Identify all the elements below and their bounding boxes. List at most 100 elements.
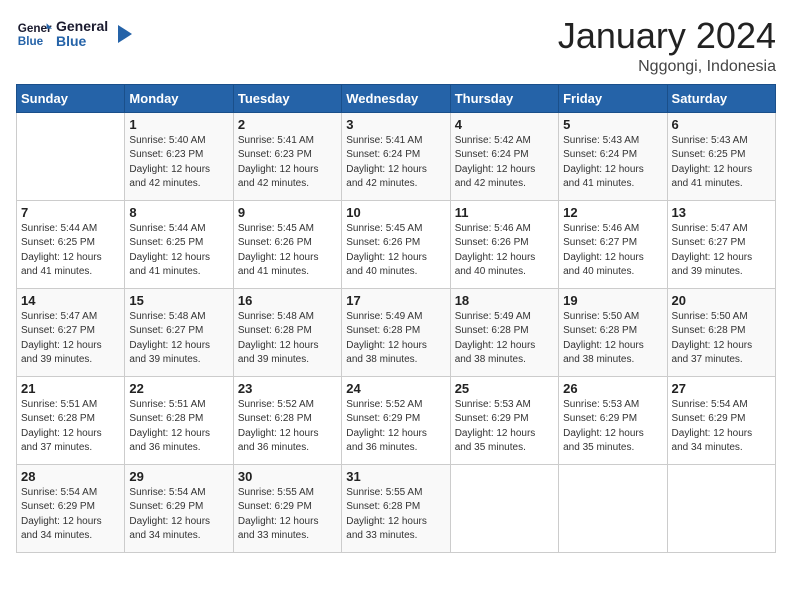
day-number: 16 <box>238 293 337 308</box>
day-number: 26 <box>563 381 662 396</box>
calendar-cell <box>450 464 558 552</box>
day-info: Sunrise: 5:44 AM Sunset: 6:25 PM Dayligh… <box>129 222 228 280</box>
calendar-cell: 23 Sunrise: 5:52 AM Sunset: 6:28 PM Dayli… <box>233 376 341 464</box>
day-info: Sunrise: 5:43 AM Sunset: 6:25 PM Dayligh… <box>672 134 771 192</box>
calendar-cell: 8 Sunrise: 5:44 AM Sunset: 6:25 PM Daylig… <box>125 200 233 288</box>
calendar-cell <box>559 464 667 552</box>
calendar-cell: 27 Sunrise: 5:54 AM Sunset: 6:29 PM Dayli… <box>667 376 775 464</box>
day-number: 5 <box>563 117 662 132</box>
calendar-cell <box>17 112 125 200</box>
calendar-cell: 15 Sunrise: 5:48 AM Sunset: 6:27 PM Dayli… <box>125 288 233 376</box>
day-number: 12 <box>563 205 662 220</box>
calendar-cell: 5 Sunrise: 5:43 AM Sunset: 6:24 PM Daylig… <box>559 112 667 200</box>
day-number: 4 <box>455 117 554 132</box>
logo-blue-text: Blue <box>56 34 108 49</box>
calendar-cell: 16Sunrise: 5:48 AM Sunset: 6:28 PM Dayli… <box>233 288 341 376</box>
logo-arrow-icon <box>112 23 134 45</box>
day-info: Sunrise: 5:54 AM Sunset: 6:29 PM Dayligh… <box>21 486 120 544</box>
weekday-header-friday: Friday <box>559 84 667 112</box>
day-number: 23 <box>238 381 337 396</box>
day-info: Sunrise: 5:43 AM Sunset: 6:24 PM Dayligh… <box>563 134 662 192</box>
day-info: Sunrise: 5:53 AM Sunset: 6:29 PM Dayligh… <box>455 398 554 456</box>
day-info: Sunrise: 5:46 AM Sunset: 6:27 PM Dayligh… <box>563 222 662 280</box>
day-info: Sunrise: 5:49 AM Sunset: 6:28 PM Dayligh… <box>346 310 445 368</box>
logo-icon: General Blue <box>16 16 52 52</box>
calendar-cell: 21Sunrise: 5:51 AM Sunset: 6:28 PM Dayli… <box>17 376 125 464</box>
day-number: 28 <box>21 469 120 484</box>
weekday-header-tuesday: Tuesday <box>233 84 341 112</box>
calendar-cell: 14Sunrise: 5:47 AM Sunset: 6:27 PM Dayli… <box>17 288 125 376</box>
day-number: 3 <box>346 117 445 132</box>
calendar-header: SundayMondayTuesdayWednesdayThursdayFrid… <box>17 84 776 112</box>
day-info: Sunrise: 5:45 AM Sunset: 6:26 PM Dayligh… <box>238 222 337 280</box>
day-number: 29 <box>129 469 228 484</box>
calendar-cell: 7Sunrise: 5:44 AM Sunset: 6:25 PM Daylig… <box>17 200 125 288</box>
calendar-cell: 30Sunrise: 5:55 AM Sunset: 6:29 PM Dayli… <box>233 464 341 552</box>
weekday-header-monday: Monday <box>125 84 233 112</box>
calendar-cell: 13 Sunrise: 5:47 AM Sunset: 6:27 PM Dayli… <box>667 200 775 288</box>
day-number: 11 <box>455 205 554 220</box>
day-info: Sunrise: 5:47 AM Sunset: 6:27 PM Dayligh… <box>672 222 771 280</box>
day-number: 19 <box>563 293 662 308</box>
calendar-cell: 17 Sunrise: 5:49 AM Sunset: 6:28 PM Dayli… <box>342 288 450 376</box>
day-info: Sunrise: 5:54 AM Sunset: 6:29 PM Dayligh… <box>129 486 228 544</box>
calendar-cell: 2Sunrise: 5:41 AM Sunset: 6:23 PM Daylig… <box>233 112 341 200</box>
day-number: 22 <box>129 381 228 396</box>
calendar-cell: 22 Sunrise: 5:51 AM Sunset: 6:28 PM Dayli… <box>125 376 233 464</box>
day-info: Sunrise: 5:48 AM Sunset: 6:27 PM Dayligh… <box>129 310 228 368</box>
day-info: Sunrise: 5:47 AM Sunset: 6:27 PM Dayligh… <box>21 310 120 368</box>
day-number: 27 <box>672 381 771 396</box>
day-info: Sunrise: 5:45 AM Sunset: 6:26 PM Dayligh… <box>346 222 445 280</box>
day-number: 17 <box>346 293 445 308</box>
day-info: Sunrise: 5:42 AM Sunset: 6:24 PM Dayligh… <box>455 134 554 192</box>
week-row-5: 28 Sunrise: 5:54 AM Sunset: 6:29 PM Dayli… <box>17 464 776 552</box>
svg-text:Blue: Blue <box>18 35 44 48</box>
day-info: Sunrise: 5:46 AM Sunset: 6:26 PM Dayligh… <box>455 222 554 280</box>
day-info: Sunrise: 5:41 AM Sunset: 6:24 PM Dayligh… <box>346 134 445 192</box>
page-header: General Blue General Blue January 2024 N… <box>16 16 776 76</box>
day-info: Sunrise: 5:50 AM Sunset: 6:28 PM Dayligh… <box>672 310 771 368</box>
day-info: Sunrise: 5:51 AM Sunset: 6:28 PM Dayligh… <box>129 398 228 456</box>
week-row-1: 1 Sunrise: 5:40 AM Sunset: 6:23 PM Daylig… <box>17 112 776 200</box>
day-info: Sunrise: 5:53 AM Sunset: 6:29 PM Dayligh… <box>563 398 662 456</box>
calendar-cell: 26 Sunrise: 5:53 AM Sunset: 6:29 PM Dayli… <box>559 376 667 464</box>
weekday-header-sunday: Sunday <box>17 84 125 112</box>
title-block: January 2024 Nggongi, Indonesia <box>558 16 776 76</box>
day-info: Sunrise: 5:55 AM Sunset: 6:28 PM Dayligh… <box>346 486 445 544</box>
day-info: Sunrise: 5:41 AM Sunset: 6:23 PM Dayligh… <box>238 134 337 192</box>
calendar-subtitle: Nggongi, Indonesia <box>558 58 776 76</box>
day-number: 9 <box>238 205 337 220</box>
calendar-table: SundayMondayTuesdayWednesdayThursdayFrid… <box>16 84 776 553</box>
day-number: 7 <box>21 205 120 220</box>
logo-general-text: General <box>56 19 108 34</box>
day-info: Sunrise: 5:40 AM Sunset: 6:23 PM Dayligh… <box>129 134 228 192</box>
day-number: 8 <box>129 205 228 220</box>
calendar-cell: 20 Sunrise: 5:50 AM Sunset: 6:28 PM Dayli… <box>667 288 775 376</box>
logo: General Blue General Blue <box>16 16 134 52</box>
day-number: 25 <box>455 381 554 396</box>
day-number: 15 <box>129 293 228 308</box>
calendar-cell: 6Sunrise: 5:43 AM Sunset: 6:25 PM Daylig… <box>667 112 775 200</box>
calendar-title: January 2024 <box>558 16 776 56</box>
day-number: 13 <box>672 205 771 220</box>
day-number: 20 <box>672 293 771 308</box>
calendar-cell: 19 Sunrise: 5:50 AM Sunset: 6:28 PM Dayli… <box>559 288 667 376</box>
calendar-cell: 12 Sunrise: 5:46 AM Sunset: 6:27 PM Dayli… <box>559 200 667 288</box>
week-row-2: 7 Sunrise: 5:44 AM Sunset: 6:25 PM Daylig… <box>17 200 776 288</box>
calendar-cell <box>667 464 775 552</box>
weekday-header-thursday: Thursday <box>450 84 558 112</box>
day-info: Sunrise: 5:50 AM Sunset: 6:28 PM Dayligh… <box>563 310 662 368</box>
calendar-cell: 4 Sunrise: 5:42 AM Sunset: 6:24 PM Daylig… <box>450 112 558 200</box>
calendar-cell: 29 Sunrise: 5:54 AM Sunset: 6:29 PM Dayli… <box>125 464 233 552</box>
day-number: 1 <box>129 117 228 132</box>
day-info: Sunrise: 5:52 AM Sunset: 6:28 PM Dayligh… <box>238 398 337 456</box>
calendar-body: 1 Sunrise: 5:40 AM Sunset: 6:23 PM Daylig… <box>17 112 776 552</box>
day-info: Sunrise: 5:52 AM Sunset: 6:29 PM Dayligh… <box>346 398 445 456</box>
calendar-cell: 1 Sunrise: 5:40 AM Sunset: 6:23 PM Daylig… <box>125 112 233 200</box>
calendar-cell: 28 Sunrise: 5:54 AM Sunset: 6:29 PM Dayli… <box>17 464 125 552</box>
day-info: Sunrise: 5:49 AM Sunset: 6:28 PM Dayligh… <box>455 310 554 368</box>
day-info: Sunrise: 5:55 AM Sunset: 6:29 PM Dayligh… <box>238 486 337 544</box>
day-number: 21 <box>21 381 120 396</box>
day-number: 24 <box>346 381 445 396</box>
day-info: Sunrise: 5:54 AM Sunset: 6:29 PM Dayligh… <box>672 398 771 456</box>
